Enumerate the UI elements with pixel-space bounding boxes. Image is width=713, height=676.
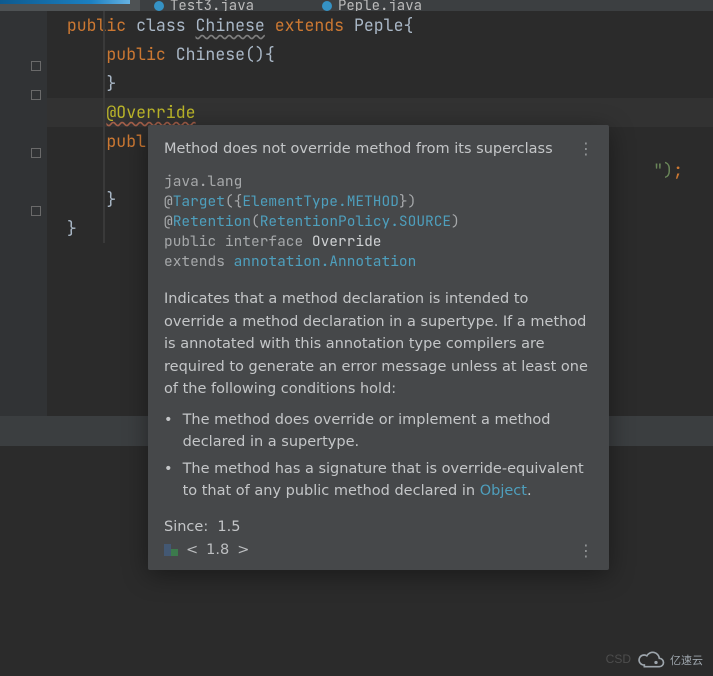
tab-item-2[interactable]: Test3.java xyxy=(140,0,268,11)
gutter xyxy=(0,11,47,416)
popup-signature: java.lang @Target({ElementType.METHOD}) … xyxy=(148,172,609,276)
tab-item-3[interactable]: Peple.java xyxy=(308,0,436,11)
cloud-icon xyxy=(636,650,666,670)
java-file-icon xyxy=(154,1,164,11)
fold-toggle-icon[interactable] xyxy=(31,61,41,71)
code-line: public Chinese(){ xyxy=(47,40,713,69)
java-file-icon xyxy=(322,1,332,11)
list-item: • The method has a signature that is ove… xyxy=(164,456,593,505)
list-item: • The method does override or implement … xyxy=(164,407,593,456)
loading-progress xyxy=(0,0,130,4)
language-level-nav: < 1.8 > xyxy=(164,542,249,558)
watermark: 亿速云 xyxy=(636,650,703,670)
csd-label: CSD xyxy=(606,652,631,666)
fold-toggle-icon[interactable] xyxy=(31,90,41,100)
object-link[interactable]: Object xyxy=(480,483,527,499)
fold-toggle-icon[interactable] xyxy=(31,148,41,158)
tab-bar: Test3.java Peple.java xyxy=(0,0,713,11)
bullet-icon: • xyxy=(164,458,173,503)
more-actions-icon[interactable]: ⋮ xyxy=(574,139,599,158)
language-level-icon xyxy=(164,544,178,556)
popup-title: Method does not override method from its… xyxy=(164,141,553,157)
popup-header: Method does not override method from its… xyxy=(148,125,609,172)
nav-version: 1.8 xyxy=(206,542,229,558)
more-actions-icon[interactable]: ⋮ xyxy=(574,541,599,560)
nav-prev[interactable]: < xyxy=(186,542,198,558)
nav-next[interactable]: > xyxy=(237,542,249,558)
fold-toggle-icon[interactable] xyxy=(31,206,41,216)
popup-list: • The method does override or implement … xyxy=(148,403,609,505)
code-line: } xyxy=(47,69,713,98)
since-row: Since: 1.5 xyxy=(148,505,609,537)
code-line-highlighted: @Override xyxy=(47,98,713,127)
popup-footer: < 1.8 > ⋮ xyxy=(148,537,609,570)
code-line: public class Chinese extends Peple{ xyxy=(47,11,713,40)
doc-popup: Method does not override method from its… xyxy=(148,125,609,570)
bullet-icon: • xyxy=(164,409,173,454)
popup-description: Indicates that a method declaration is i… xyxy=(148,276,609,403)
